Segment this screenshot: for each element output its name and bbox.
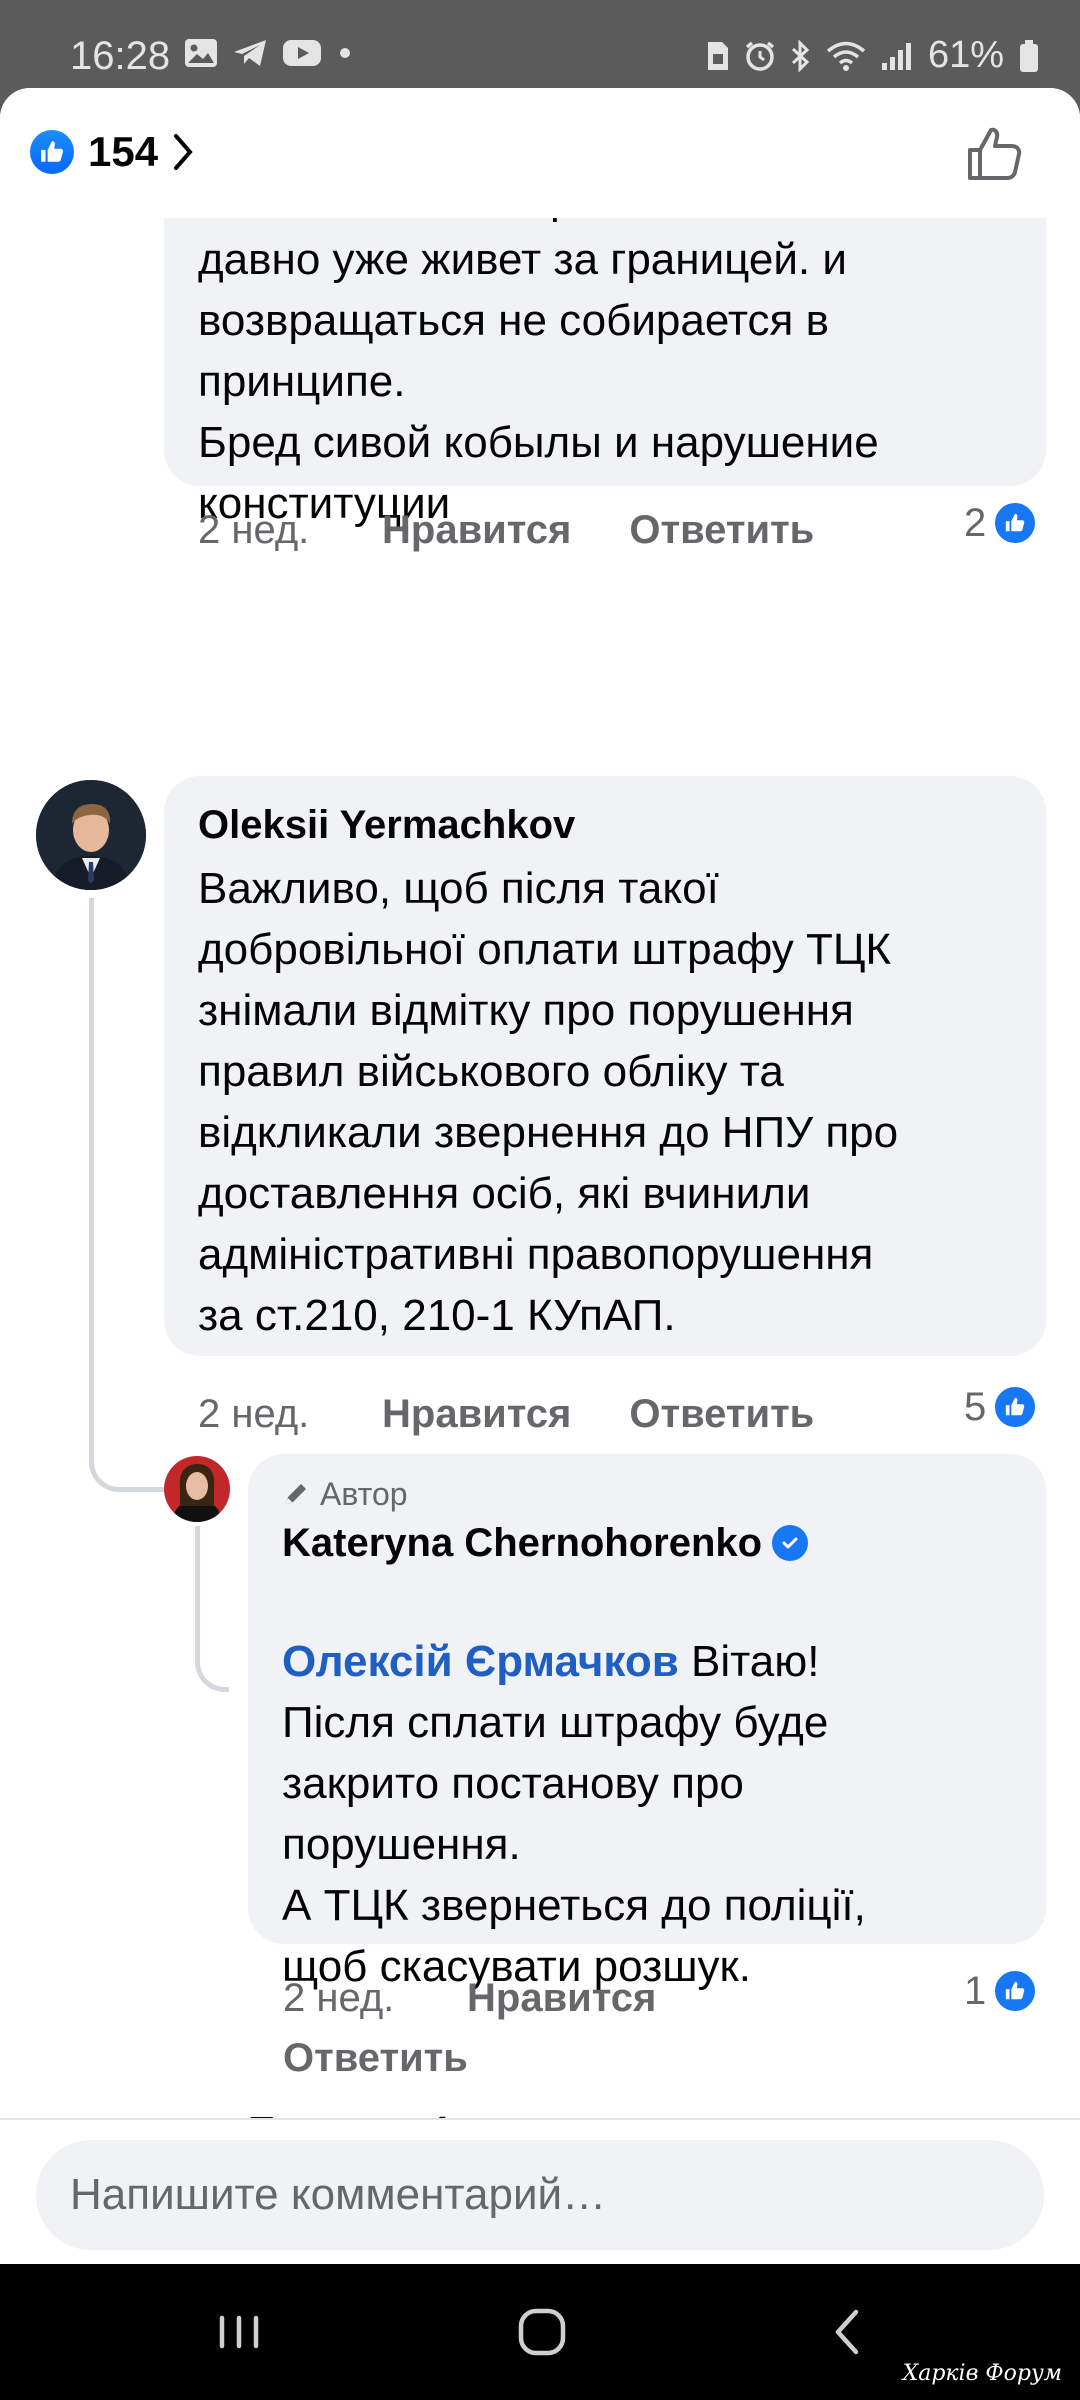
reply-button[interactable]: Ответить	[629, 508, 814, 553]
reply-author[interactable]: Kateryna Chernohorenko	[282, 1516, 762, 1570]
comment-time: 2 нед.	[198, 1392, 310, 1436]
signal-icon	[881, 42, 911, 70]
composer[interactable]	[36, 2140, 1044, 2250]
watermark: Харків Форум	[902, 2361, 1062, 2386]
bluetooth-icon	[791, 39, 810, 72]
comment-text: Важливо, щоб після такої добровільної оп…	[198, 864, 899, 1340]
like-count-value: 2	[964, 500, 987, 545]
reactions-summary[interactable]: 154	[30, 128, 194, 176]
reply-like-count[interactable]: 1	[964, 1968, 1039, 2014]
comment-text: А особенно шикарно тем кто давно уже жив…	[198, 174, 879, 528]
author-badge: Автор	[282, 1472, 1012, 1516]
more-notifications-icon	[340, 48, 350, 58]
home-button[interactable]	[512, 2302, 572, 2362]
sheet-header: 154	[0, 88, 1080, 218]
system-nav-bar: Харків Форум	[0, 2264, 1080, 2400]
chevron-right-icon	[174, 134, 193, 170]
youtube-icon	[283, 40, 321, 66]
notification-icons	[184, 38, 350, 68]
sim-card-icon	[707, 41, 728, 70]
reply-greeting: Вітаю!	[678, 1637, 820, 1686]
like-icon	[992, 1384, 1039, 1430]
like-post-button[interactable]	[964, 124, 1024, 184]
reply-actions-second-row: Ответить	[283, 2036, 526, 2081]
author-badge-label: Автор	[320, 1476, 408, 1512]
comment-like-count[interactable]: 5	[964, 1384, 1039, 1430]
like-count-value: 5	[964, 1384, 987, 1429]
wifi-icon	[826, 41, 866, 71]
verified-badge-icon	[772, 1525, 809, 1561]
composer-bar	[0, 2118, 1080, 2264]
comment-bubble[interactable]: Oleksii Yermachkov Важливо, щоб після та…	[164, 776, 1046, 1356]
pen-icon	[286, 1484, 306, 1504]
comments-list[interactable]: А особенно шикарно тем кто давно уже жив…	[0, 158, 1080, 2198]
avatar[interactable]	[164, 1456, 230, 1522]
telegram-icon	[234, 40, 266, 66]
reaction-count: 154	[88, 128, 159, 175]
reply-bubble[interactable]: Автор Kateryna Chernohorenko Олексій Єрм…	[248, 1454, 1046, 1991]
like-count-value: 1	[964, 1968, 987, 2013]
reply-first-line: Олексій Єрмачков Вітаю!	[282, 1570, 1012, 1692]
status-bar: 16:28 61%	[0, 0, 1080, 88]
thread-line	[89, 898, 169, 1492]
like-reaction-icon	[30, 130, 74, 174]
comments-sheet: 154 А особенно шикарно тем кто давно уже…	[0, 88, 1080, 2264]
reply-time: 2 нед.	[283, 1976, 395, 2020]
reply-actions: 2 нед. Нравится	[283, 1976, 714, 2021]
like-reply-button[interactable]: Нравится	[467, 1976, 656, 2021]
mention-link[interactable]: Олексій Єрмачков	[282, 1637, 679, 1686]
reply-text: Після сплати штрафу буде закрито постано…	[282, 1698, 866, 1991]
comment-actions: 2 нед. Нравится Ответить	[198, 1392, 872, 1437]
avatar[interactable]	[36, 780, 146, 890]
battery-icon	[1020, 39, 1038, 72]
like-comment-button[interactable]: Нравится	[382, 1392, 571, 1437]
comment-time: 2 нед.	[198, 508, 310, 552]
battery-percent: 61%	[927, 34, 1004, 76]
status-time: 16:28	[70, 34, 171, 78]
alarm-icon	[745, 41, 775, 71]
like-icon	[992, 1968, 1039, 2014]
comment-actions: 2 нед. Нравится Ответить	[198, 508, 872, 553]
reply-reply-button[interactable]: Ответить	[283, 2036, 468, 2081]
like-icon	[992, 500, 1039, 546]
thread-line	[195, 1526, 229, 1692]
reply-button[interactable]: Ответить	[629, 1392, 814, 1437]
system-icons: 61%	[706, 34, 1040, 77]
gallery-icon	[185, 39, 217, 67]
back-button[interactable]	[822, 2302, 872, 2362]
comment-author[interactable]: Oleksii Yermachkov	[198, 798, 1012, 852]
comment-like-count[interactable]: 2	[964, 500, 1039, 546]
reply-author-row: Kateryna Chernohorenko	[282, 1516, 1012, 1570]
like-comment-button[interactable]: Нравится	[382, 508, 571, 553]
recent-apps-button[interactable]	[214, 2302, 264, 2362]
comment-input[interactable]	[70, 2140, 970, 2250]
